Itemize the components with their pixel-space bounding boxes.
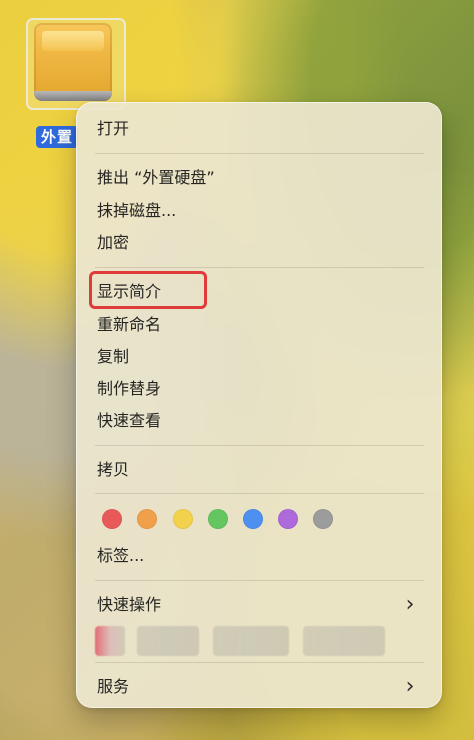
tag-red[interactable] <box>102 509 122 529</box>
blurred-quick-actions-row[interactable] <box>95 626 385 656</box>
menu-item-tags[interactable]: 标签... <box>97 544 144 568</box>
tag-purple[interactable] <box>278 509 298 529</box>
blurred-action-icon <box>95 626 125 656</box>
menu-item-services[interactable]: 服务 <box>97 675 129 699</box>
menu-separator <box>95 493 424 494</box>
menu-item-open[interactable]: 打开 <box>97 117 129 141</box>
menu-item-make-alias[interactable]: 制作替身 <box>97 377 161 401</box>
menu-item-erase-disk[interactable]: 抹掉磁盘... <box>97 199 176 223</box>
chevron-right-icon: › <box>405 592 415 617</box>
blurred-action-chip <box>137 626 199 656</box>
menu-separator <box>95 153 424 154</box>
menu-item-get-info[interactable]: 显示简介 <box>97 280 161 304</box>
blurred-action-chip <box>303 626 385 656</box>
menu-item-copy[interactable]: 拷贝 <box>97 458 129 482</box>
chevron-right-icon: › <box>405 674 415 699</box>
menu-separator <box>95 662 424 663</box>
menu-item-quick-look[interactable]: 快速查看 <box>97 409 161 433</box>
menu-item-quick-actions[interactable]: 快速操作 <box>97 593 161 617</box>
tag-orange[interactable] <box>137 509 157 529</box>
blurred-action-chip <box>213 626 289 656</box>
menu-item-encrypt[interactable]: 加密 <box>97 231 129 255</box>
drive-label[interactable]: 外置 <box>36 126 79 148</box>
drive-base <box>34 91 112 101</box>
external-drive-icon[interactable] <box>34 23 112 101</box>
drive-highlight <box>42 31 104 51</box>
tag-yellow[interactable] <box>173 509 193 529</box>
menu-item-rename[interactable]: 重新命名 <box>97 313 161 337</box>
menu-separator <box>95 580 424 581</box>
context-menu: 打开 推出 “外置硬盘” 抹掉磁盘... 加密 显示简介 重新命名 复制 制作替… <box>76 102 442 708</box>
tag-gray[interactable] <box>313 509 333 529</box>
menu-item-eject[interactable]: 推出 “外置硬盘” <box>97 166 215 190</box>
menu-item-duplicate[interactable]: 复制 <box>97 345 129 369</box>
menu-separator <box>95 445 424 446</box>
tag-blue[interactable] <box>243 509 263 529</box>
tag-green[interactable] <box>208 509 228 529</box>
menu-separator <box>95 267 424 268</box>
